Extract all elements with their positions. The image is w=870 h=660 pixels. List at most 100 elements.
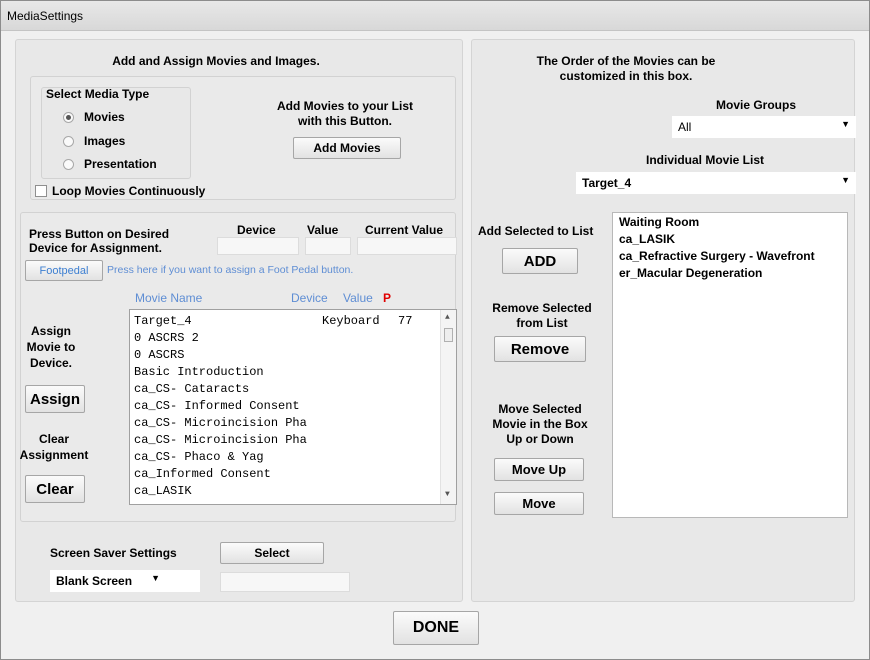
col-value: Value xyxy=(307,223,339,237)
movie-name: Basic Introduction xyxy=(134,365,264,379)
screen-saver-dropdown[interactable]: Blank Screen ▼ xyxy=(50,570,200,592)
movie-list-scrollbar[interactable]: ▲ ▼ xyxy=(440,310,456,504)
ordered-list-item[interactable]: er_Macular Degeneration xyxy=(619,266,762,280)
scroll-down-icon[interactable]: ▼ xyxy=(445,490,450,499)
title-bar: MediaSettings xyxy=(1,1,869,31)
chevron-down-icon: ▼ xyxy=(841,175,850,185)
movie-list-row[interactable]: Target_4 Keyboard 77 xyxy=(134,314,412,328)
scroll-up-icon[interactable]: ▲ xyxy=(445,313,450,322)
remove-label-1: Remove Selected xyxy=(492,301,592,315)
radio-images[interactable] xyxy=(63,136,74,147)
move-label-1: Move Selected xyxy=(498,402,582,416)
movie-value: 77 xyxy=(398,314,413,328)
movie-list-row[interactable]: ca_CS- Microincision Pha xyxy=(134,416,307,430)
movie-name: ca_CS- Informed Consent xyxy=(134,399,300,413)
movie-device: Keyboard xyxy=(322,314,380,328)
add-selected-label: Add Selected to List xyxy=(478,224,594,238)
right-panel: The Order of the Movies can be customize… xyxy=(471,39,856,602)
clear-text-1: Clear xyxy=(38,432,70,446)
col-current-value: Current Value xyxy=(365,223,444,237)
movie-name: ca_CS- Microincision Pha xyxy=(134,416,307,430)
move-up-button[interactable]: Move Up xyxy=(494,458,584,481)
assignment-instruction-2: Device for Assignment. xyxy=(29,241,162,255)
movie-groups-value: All xyxy=(678,120,692,134)
movie-list-row[interactable]: ca_LASIK xyxy=(134,484,192,498)
movie-name: ca_Informed Consent xyxy=(134,467,271,481)
move-label-3: Up or Down xyxy=(506,432,574,446)
movie-name: 0 ASCRS xyxy=(134,348,185,362)
footpedal-hint: Press here if you want to assign a Foot … xyxy=(107,264,354,276)
assignment-group: Press Button on Desired Device for Assig… xyxy=(19,212,457,522)
individual-list-value: Target_4 xyxy=(582,176,632,190)
radio-presentation[interactable] xyxy=(63,159,74,170)
move-label-2: Movie in the Box xyxy=(492,417,588,431)
media-settings-window: MediaSettings Add and Assign Movies and … xyxy=(0,0,870,660)
radio-movies[interactable] xyxy=(63,112,74,123)
movie-list-row[interactable]: ca_CS- Cataracts xyxy=(134,382,249,396)
remove-button[interactable]: Remove xyxy=(494,336,586,362)
device-field xyxy=(217,237,299,255)
movie-device-list[interactable]: Target_4 Keyboard 77 0 ASCRS 2 0 ASCRS Basic … xyxy=(129,309,457,505)
assign-button[interactable]: Assign xyxy=(25,385,85,413)
window-title: MediaSettings xyxy=(7,9,84,23)
right-heading-2: customized in this box. xyxy=(559,69,693,83)
value-field xyxy=(305,237,351,255)
move-down-button[interactable]: Move xyxy=(494,492,584,515)
media-type-group: Select Media Type Movies Images Presenta… xyxy=(41,87,191,179)
list-col-device: Device xyxy=(291,291,328,305)
list-col-value: Value xyxy=(343,291,373,305)
footpedal-button[interactable]: Footpedal xyxy=(25,260,103,281)
list-col-movie-name: Movie Name xyxy=(135,291,203,305)
col-device: Device xyxy=(237,223,276,237)
movie-list-row[interactable]: 0 ASCRS xyxy=(134,348,184,362)
clear-button[interactable]: Clear xyxy=(25,475,85,503)
remove-label-2: from List xyxy=(516,316,568,330)
assign-text-3: Device. xyxy=(29,356,73,370)
scroll-thumb[interactable] xyxy=(444,328,453,342)
movie-name: ca_CS- Cataracts xyxy=(134,382,250,396)
individual-list-label: Individual Movie List xyxy=(646,153,765,167)
movie-list-row[interactable]: ca_CS- Informed Consent xyxy=(134,399,300,413)
add-movies-text-2: with this Button. xyxy=(298,114,392,128)
loop-checkbox-label: Loop Movies Continuously xyxy=(52,184,206,198)
radio-images-label: Images xyxy=(84,134,126,148)
movie-list-row[interactable]: ca_CS- Phaco & Yag xyxy=(134,450,264,464)
add-button[interactable]: ADD xyxy=(502,248,578,274)
screen-saver-value: Blank Screen xyxy=(56,574,133,588)
assignment-instruction-1: Press Button on Desired xyxy=(29,227,170,241)
media-group: Select Media Type Movies Images Presenta… xyxy=(30,76,456,200)
screen-saver-select-button[interactable]: Select xyxy=(220,542,324,564)
assign-text-2: Movie to xyxy=(26,340,76,354)
assign-text-1: Assign xyxy=(30,324,71,338)
movie-list-row[interactable]: ca_Informed Consent xyxy=(134,467,271,481)
add-movies-button[interactable]: Add Movies xyxy=(293,137,401,159)
window-client-area: Add and Assign Movies and Images. Select… xyxy=(9,31,863,654)
left-panel: Add and Assign Movies and Images. Select… xyxy=(15,39,463,602)
movie-groups-dropdown[interactable]: All ▼ xyxy=(672,116,856,138)
left-panel-heading: Add and Assign Movies and Images. xyxy=(112,54,320,68)
list-col-p: P xyxy=(383,291,392,305)
movie-name: ca_CS- Phaco & Yag xyxy=(134,450,264,464)
ordered-list-item[interactable]: ca_Refractive Surgery - Wavefront xyxy=(619,249,815,263)
done-button[interactable]: DONE xyxy=(393,611,479,645)
clear-text: Clear Assignment xyxy=(19,431,89,463)
movie-list-row[interactable]: Basic Introduction xyxy=(134,365,264,379)
loop-checkbox[interactable] xyxy=(35,185,47,197)
radio-movies-label: Movies xyxy=(84,110,125,124)
move-label: Move Selected Movie in the Box Up or Dow… xyxy=(476,402,604,447)
radio-presentation-label: Presentation xyxy=(84,157,157,171)
right-heading-1: The Order of the Movies can be xyxy=(536,54,716,68)
ordered-movie-list[interactable]: Waiting Room ca_LASIK ca_Refractive Surger… xyxy=(612,212,848,518)
add-movies-text-1: Add Movies to your List xyxy=(276,99,413,113)
ordered-list-item[interactable]: Waiting Room xyxy=(619,215,699,229)
assign-text: Assign Movie to Device. xyxy=(21,323,81,371)
screen-saver-label: Screen Saver Settings xyxy=(50,546,177,560)
movie-list-row[interactable]: 0 ASCRS 2 xyxy=(134,331,199,345)
movie-name: Target_4 xyxy=(134,314,192,328)
movie-name: 0 ASCRS 2 xyxy=(134,331,199,345)
ordered-list-item[interactable]: ca_LASIK xyxy=(619,232,675,246)
movie-name: ca_LASIK xyxy=(134,484,192,498)
movie-name: ca_CS- Microincision Pha xyxy=(134,433,307,447)
movie-list-row[interactable]: ca_CS- Microincision Pha xyxy=(134,433,307,447)
individual-list-dropdown[interactable]: Target_4 ▼ xyxy=(576,172,856,194)
